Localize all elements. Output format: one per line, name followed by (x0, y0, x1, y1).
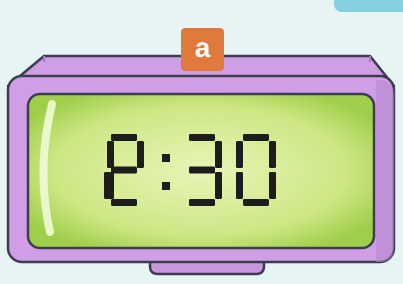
colon-dot (162, 182, 170, 190)
label-tag: a (181, 28, 224, 71)
colon-dot (162, 154, 170, 162)
